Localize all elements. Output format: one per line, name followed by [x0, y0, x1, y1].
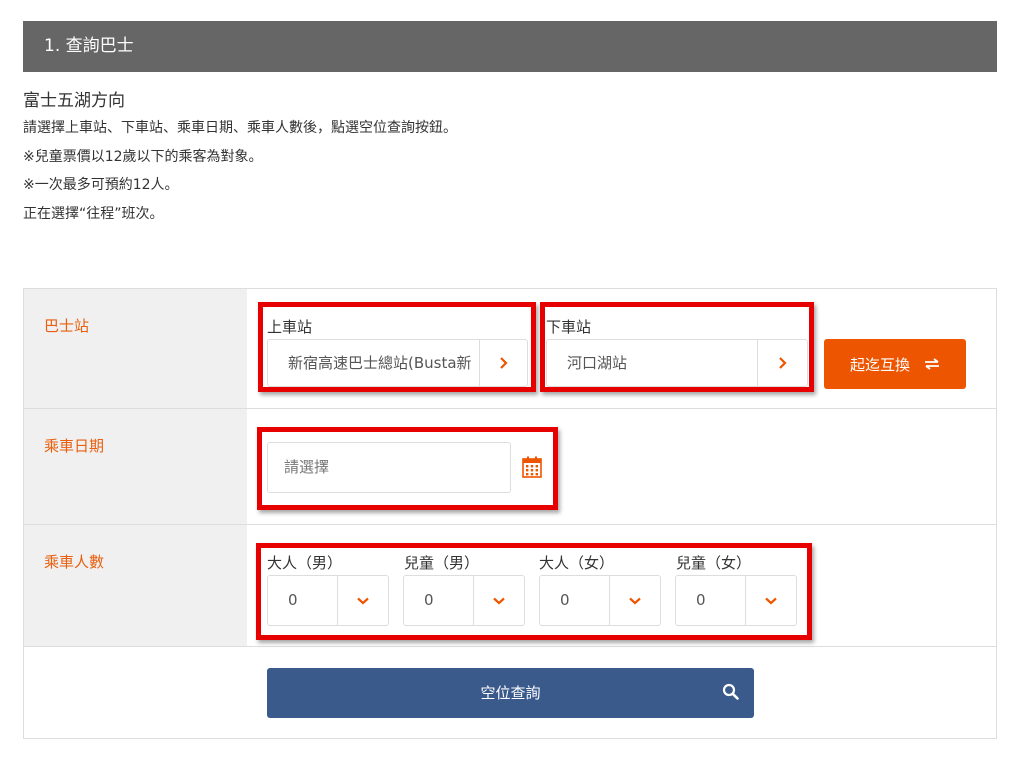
passengers-row-label-cell: 乘車人數 — [24, 525, 247, 646]
bus-stop-label: 巴士站 — [44, 317, 90, 335]
bus-stop-row-label-cell: 巴士站 — [24, 289, 247, 408]
section-header: 1. 查詢巴士 — [23, 21, 997, 72]
swap-stops-button[interactable]: 起迄互換 — [824, 339, 966, 389]
search-icon — [722, 683, 739, 700]
intro-text: 富士五湖方向 請選擇上車站、下車站、乘車日期、乘車人數後，點選空位查詢按鈕。 ※… — [23, 88, 923, 228]
search-form: 巴士站 上車站 新宿高速巴士總站(Busta新 下車站 河口湖站 起迄互換 乘車… — [23, 288, 997, 739]
swap-icon — [925, 358, 939, 370]
row-divider — [24, 646, 996, 647]
route-direction: 富士五湖方向 — [23, 91, 125, 111]
date-label: 乘車日期 — [44, 437, 105, 455]
search-availability-button[interactable]: 空位查詢 — [267, 668, 754, 718]
date-row-label-cell: 乘車日期 — [24, 409, 247, 524]
boarding-stop-highlight-frame — [258, 302, 536, 392]
passengers-highlight-frame — [256, 543, 812, 640]
child-fare-note: ※兒童票價以12歲以下的乘客為對象。 — [23, 148, 263, 165]
search-availability-label: 空位查詢 — [480, 684, 541, 702]
section-title: 1. 查詢巴士 — [44, 36, 134, 56]
passengers-label: 乘車人數 — [44, 553, 105, 571]
trip-direction-note: 正在選擇“往程”班次。 — [23, 205, 164, 222]
swap-stops-label: 起迄互換 — [849, 355, 910, 374]
instruction-line: 請選擇上車站、下車站、乘車日期、乘車人數後，點選空位查詢按鈕。 — [23, 120, 457, 136]
date-highlight-frame — [257, 427, 558, 510]
alighting-stop-highlight-frame — [540, 302, 814, 392]
max-booking-note: ※一次最多可預約12人。 — [23, 177, 179, 193]
